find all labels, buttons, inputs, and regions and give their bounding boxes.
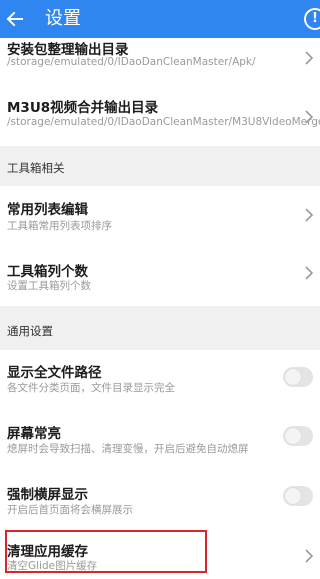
setting-title: 强制横屏显示: [7, 487, 88, 503]
toggle-switch[interactable]: [283, 486, 313, 506]
chevron-right-icon: [305, 266, 313, 280]
chevron-right-icon: [305, 208, 313, 222]
app-bar: 设置 !: [0, 0, 320, 38]
chevron-right-icon: [305, 110, 313, 124]
section-header-general: 通用设置: [0, 306, 320, 350]
setting-title: 显示全文件路径: [7, 365, 102, 381]
setting-title: M3U8视频合并输出目录: [7, 100, 159, 116]
setting-force-landscape[interactable]: 强制横屏显示 开启后首页面将会横屏展示: [0, 474, 320, 528]
setting-common-list-edit[interactable]: 常用列表编辑 工具箱常用列表项排序: [0, 186, 320, 242]
chevron-right-icon: [305, 51, 313, 65]
toggle-knob: [285, 488, 301, 504]
setting-subtitle: 各文件分类页面，文件目录显示完全: [7, 382, 175, 394]
section-header-toolbox: 工具箱相关: [0, 146, 320, 186]
exclamation-circle-icon: !: [304, 8, 320, 30]
setting-subtitle: 工具箱常用列表项排序: [7, 220, 112, 232]
setting-subtitle: 设置工具箱列个数: [7, 280, 91, 292]
section-label: 通用设置: [7, 324, 53, 338]
help-button[interactable]: !: [298, 0, 320, 38]
toggle-switch[interactable]: [283, 367, 313, 387]
toggle-knob: [285, 428, 301, 444]
toggle-switch[interactable]: [283, 426, 313, 446]
setting-keep-screen-on[interactable]: 屏幕常亮 熄屏时会导致扫描、清理变慢，开启后避免自动熄屏: [0, 412, 320, 466]
setting-clear-app-cache[interactable]: 清理应用缓存 清空Glide图片缓存: [0, 530, 320, 579]
setting-title: 工具箱列个数: [7, 264, 88, 280]
setting-title: 清理应用缓存: [7, 544, 88, 560]
setting-subtitle: /storage/emulated/0/IDaoDanCleanMaster/M…: [7, 116, 320, 128]
setting-show-full-path[interactable]: 显示全文件路径 各文件分类页面，文件目录显示完全: [0, 350, 320, 404]
setting-title: 屏幕常亮: [7, 426, 61, 442]
setting-subtitle: 熄屏时会导致扫描、清理变慢，开启后避免自动熄屏: [7, 443, 249, 455]
back-button[interactable]: [0, 0, 30, 38]
chevron-right-icon: [305, 549, 313, 563]
toggle-knob: [285, 369, 301, 385]
setting-subtitle: 开启后首页面将会横屏展示: [7, 504, 133, 516]
setting-toolbox-columns[interactable]: 工具箱列个数 设置工具箱列个数: [0, 250, 320, 306]
setting-title: 安装包整理输出目录: [7, 42, 129, 58]
page-title: 设置: [45, 8, 81, 29]
setting-subtitle: 清空Glide图片缓存: [7, 560, 98, 572]
setting-title: 常用列表编辑: [7, 202, 88, 218]
setting-subtitle: /storage/emulated/0/IDaoDanCleanMaster/A…: [7, 56, 256, 68]
arrow-left-icon: [6, 11, 23, 27]
section-label: 工具箱相关: [7, 161, 65, 175]
setting-m3u8-output-dir[interactable]: M3U8视频合并输出目录 /storage/emulated/0/IDaoDan…: [0, 88, 320, 138]
